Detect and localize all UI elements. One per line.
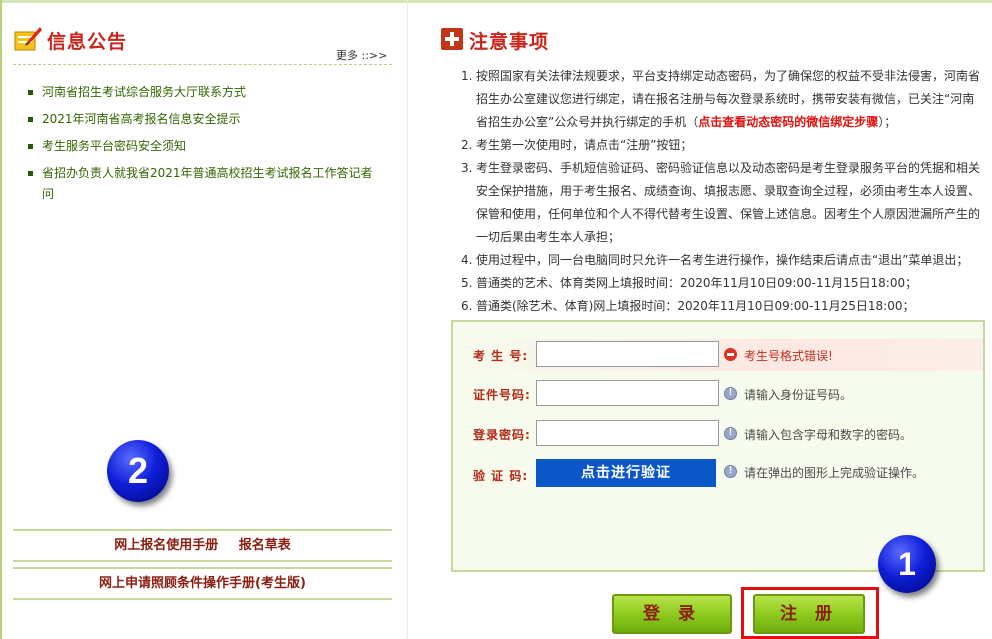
info-icon: [724, 387, 737, 400]
news-list: 河南省招生考试综合服务大厅联系方式 2021年河南省高考报名信息安全提示 考生服…: [28, 82, 378, 211]
step-badge-2: 2: [107, 440, 169, 502]
id-no-hint: 请输入身份证号码。: [744, 388, 853, 402]
captcha-label: 验 证 码:: [473, 469, 529, 483]
notice-text: 考生第一次使用时，请点击“注册”按钮；: [476, 138, 693, 152]
password-label: 登录密码:: [473, 428, 531, 442]
notepad-icon: [14, 27, 42, 51]
notice-item: 2. 考生第一次使用时，请点击“注册”按钮；: [461, 134, 983, 157]
password-row: 登录密码: 请输入包含字母和数字的密码。: [453, 418, 983, 450]
top-border: [0, 0, 992, 3]
notice-text: 普通类的艺术、体育类网上填报时间：2020年11月10日09:00-11月15日…: [476, 276, 918, 290]
verify-button[interactable]: 点击进行验证: [536, 459, 716, 487]
notice-text: 普通类(除艺术、体育)网上填报时间：2020年11月10日09:00-11月25…: [476, 299, 915, 313]
exam-no-input[interactable]: [536, 341, 719, 367]
notice-item: 3. 考生登录密码、手机短信验证码、密码验证信息以及动态密码是考生登录服务平台的凭…: [461, 157, 983, 249]
password-input[interactable]: [536, 420, 719, 446]
notice-item: 6. 普通类(除艺术、体育)网上填报时间：2020年11月10日09:00-11月…: [461, 295, 983, 318]
id-no-row: 证件号码: 请输入身份证号码。: [453, 378, 983, 410]
notice-text: 使用过程中，同一台电脑同时只允许一名考生进行操作，操作结束后请点击“退出”菜单退…: [476, 253, 969, 267]
step-badge-1: 1: [878, 535, 936, 593]
exam-no-label: 考 生 号:: [473, 349, 529, 363]
manual-links-row: 网上报名使用手册 报名草表: [13, 529, 392, 562]
error-icon: [724, 348, 737, 361]
photo-manual-link[interactable]: 网上申请照顾条件操作手册(考生版): [99, 576, 306, 591]
notice-text: 考生登录密码、手机短信验证码、密码验证信息以及动态密码是考生登录服务平台的凭据和…: [476, 161, 981, 244]
notice-num: 2.: [461, 138, 473, 152]
notice-num: 3.: [461, 161, 473, 175]
left-border: [0, 0, 2, 639]
news-item[interactable]: 河南省招生考试综合服务大厅联系方式: [28, 82, 378, 103]
exam-no-row: 考 生 号: 考生号格式错误!: [453, 339, 983, 371]
notice-item: 5. 普通类的艺术、体育类网上填报时间：2020年11月10日09:00-11月1…: [461, 272, 983, 295]
info-icon: [724, 427, 737, 440]
notice-item: 1. 按照国家有关法律法规要求，平台支持绑定动态密码，为了确保您的权益不受非法侵害…: [461, 65, 983, 134]
plus-icon: [441, 28, 463, 50]
captcha-row: 验 证 码: 点击进行验证 请在弹出的图形上完成验证操作。: [453, 459, 983, 491]
id-no-label: 证件号码:: [473, 388, 531, 402]
notice-item: 4. 使用过程中，同一台电脑同时只允许一名考生进行操作，操作结束后请点击“退出”菜…: [461, 249, 983, 272]
exam-no-hint: 考生号格式错误!: [744, 349, 833, 363]
photo-manual-row: 网上申请照顾条件操作手册(考生版): [13, 567, 392, 600]
notice-tail: ）；: [878, 115, 897, 129]
notice-num: 1.: [461, 69, 473, 83]
notice-num: 5.: [461, 276, 473, 290]
notice-num: 6.: [461, 299, 473, 313]
password-hint: 请输入包含字母和数字的密码。: [744, 428, 913, 442]
info-icon: [724, 465, 737, 478]
news-item[interactable]: 考生服务平台密码安全须知: [28, 136, 378, 157]
register-button[interactable]: 注 册: [753, 594, 865, 634]
id-no-input[interactable]: [536, 380, 719, 406]
notice-list: 1. 按照国家有关法律法规要求，平台支持绑定动态密码，为了确保您的权益不受非法侵害…: [461, 65, 983, 318]
more-link[interactable]: 更多 ::>>: [336, 47, 387, 63]
login-button[interactable]: 登 录: [612, 594, 732, 634]
draft-form-link[interactable]: 报名草表: [239, 538, 291, 553]
captcha-hint: 请在弹出的图形上完成验证操作。: [744, 466, 925, 480]
news-divider: [13, 64, 392, 65]
news-item[interactable]: 2021年河南省高考报名信息安全提示: [28, 109, 378, 130]
news-item[interactable]: 省招办负责人就我省2021年普通高校招生考试报名工作答记者问: [28, 163, 378, 205]
notice-title: 注意事项: [469, 31, 550, 53]
manual-link[interactable]: 网上报名使用手册: [114, 538, 218, 553]
news-title: 信息公告: [47, 31, 128, 53]
wechat-bind-link[interactable]: 点击查看动态密码的微信绑定步骤: [698, 115, 878, 129]
panel-divider: [407, 0, 408, 639]
notice-num: 4.: [461, 253, 473, 267]
